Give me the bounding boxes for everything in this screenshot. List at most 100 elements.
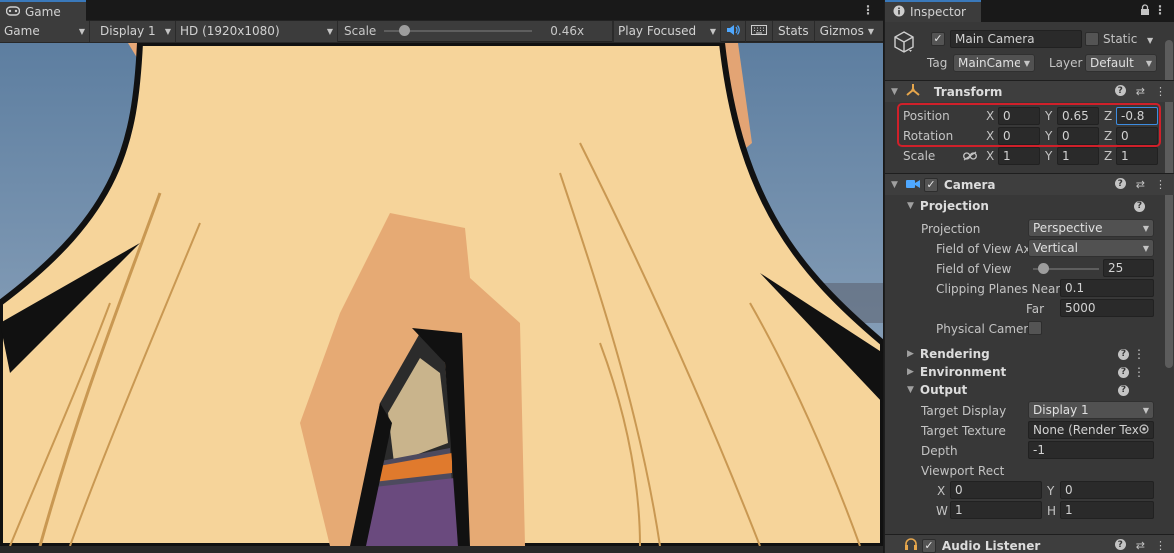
game-mode-dropdown[interactable]: Game ▼ xyxy=(0,20,90,42)
position-z-field[interactable]: -0.8 xyxy=(1116,107,1158,125)
keyboard-icon xyxy=(751,24,767,39)
presets-icon[interactable]: ⇄ xyxy=(1136,178,1145,191)
rotation-y-field[interactable]: 0 xyxy=(1057,127,1099,145)
cube-icon xyxy=(893,30,915,57)
position-y-field[interactable]: 0.65 xyxy=(1057,107,1099,125)
gizmos-button[interactable]: Gizmos ▼ xyxy=(815,21,879,42)
scale-y-field[interactable]: 1 xyxy=(1057,147,1099,165)
help-icon[interactable]: ? xyxy=(1114,539,1126,550)
depth-field[interactable]: -1 xyxy=(1028,441,1154,459)
constrain-proportions-icon[interactable] xyxy=(963,150,977,164)
kebab-menu-icon[interactable]: ⋮ xyxy=(1155,85,1166,98)
viewport-x-field[interactable]: 0 xyxy=(950,481,1042,499)
target-texture-field[interactable]: None (Render Text xyxy=(1028,421,1154,439)
kebab-menu-icon[interactable]: ⋮ xyxy=(1133,365,1145,379)
clip-far-label: Far xyxy=(1026,302,1045,316)
kebab-menu-icon[interactable]: ⋮ xyxy=(1155,539,1166,552)
layer-dropdown[interactable]: Default ▼ xyxy=(1085,54,1157,72)
viewport-h-field[interactable]: 1 xyxy=(1060,501,1154,519)
projection-label: Projection xyxy=(921,222,981,236)
stats-button[interactable]: Stats xyxy=(773,20,815,42)
play-focus-dropdown[interactable]: Play Focused ▼ xyxy=(613,20,721,42)
scale-label: Scale xyxy=(344,24,377,38)
rotation-x-field[interactable]: 0 xyxy=(998,127,1040,145)
viewport-w-field[interactable]: 1 xyxy=(950,501,1042,519)
camera-header[interactable]: ▼ ✓ Camera ? ⇄ ⋮ xyxy=(885,173,1174,195)
clip-near-value: 0.1 xyxy=(1065,281,1085,295)
object-name-field[interactable]: Main Camera xyxy=(950,30,1082,48)
scale-z-field[interactable]: 1 xyxy=(1116,147,1158,165)
help-icon[interactable]: ? xyxy=(1114,178,1126,189)
rotation-y-value: 0 xyxy=(1062,129,1070,143)
audio-listener-header[interactable]: ▼ ✓ Audio Listener ? ⇄ ⋮ xyxy=(885,534,1174,553)
transform-header[interactable]: ▼ Transform ? ⇄ ⋮ xyxy=(885,80,1174,102)
physical-camera-checkbox[interactable] xyxy=(1028,321,1042,335)
help-icon[interactable]: ? xyxy=(1118,366,1129,378)
clip-near-field[interactable]: 0.1 xyxy=(1060,279,1154,297)
kebab-menu-icon[interactable]: ⋮ xyxy=(1154,3,1166,17)
camera-enabled-checkbox[interactable]: ✓ xyxy=(923,177,938,192)
rotation-z-field[interactable]: 0 xyxy=(1116,127,1158,145)
game-tab-bar: Game ⋮ xyxy=(0,0,883,21)
scale-slider-knob[interactable] xyxy=(399,25,411,36)
kebab-menu-icon[interactable]: ⋮ xyxy=(862,3,874,17)
output-section-foldout[interactable]: ▼ Output ? xyxy=(885,381,1167,399)
projection-dropdown[interactable]: Perspective ▼ xyxy=(1028,219,1154,237)
game-render-viewport[interactable] xyxy=(0,43,883,546)
kebab-menu-icon[interactable]: ⋮ xyxy=(1133,347,1145,361)
scale-x-field[interactable]: 1 xyxy=(998,147,1040,165)
presets-icon[interactable]: ⇄ xyxy=(1136,85,1145,98)
rotation-label: Rotation xyxy=(903,129,954,143)
scale-z-value: 1 xyxy=(1121,149,1129,163)
position-label: Position xyxy=(903,109,950,123)
help-icon[interactable]: ? xyxy=(1118,384,1129,396)
info-icon xyxy=(893,5,905,20)
fov-slider-knob[interactable] xyxy=(1037,263,1049,274)
scale-value: 0.46x xyxy=(550,24,585,38)
tag-dropdown[interactable]: MainCamera▼ xyxy=(953,54,1035,72)
clip-far-field[interactable]: 5000 xyxy=(1060,299,1154,317)
kebab-menu-icon[interactable]: ⋮ xyxy=(1155,178,1166,191)
object-picker-icon[interactable] xyxy=(1139,423,1149,437)
target-texture-value: None (Render Text xyxy=(1033,423,1139,437)
object-name-value: Main Camera xyxy=(955,32,1035,46)
tab-inspector-label: Inspector xyxy=(910,5,966,19)
presets-icon[interactable]: ⇄ xyxy=(1136,539,1145,552)
viewport-y-field[interactable]: 0 xyxy=(1060,481,1154,499)
help-icon[interactable]: ? xyxy=(1118,348,1129,360)
environment-section-foldout[interactable]: ▶ Environment ? ⋮ xyxy=(885,363,1167,381)
keyboard-shortcuts-button[interactable] xyxy=(746,20,773,42)
tab-inspector[interactable]: Inspector xyxy=(885,0,981,22)
lock-icon[interactable] xyxy=(1140,4,1150,19)
camera-icon xyxy=(905,178,920,192)
resolution-dropdown[interactable]: HD (1920x1080) ▼ xyxy=(176,20,338,42)
projection-section-foldout[interactable]: ▼ Projection ? xyxy=(885,196,1167,216)
scale-control: Scale 0.46x xyxy=(338,20,613,42)
tab-game[interactable]: Game xyxy=(0,0,86,21)
mute-audio-button[interactable] xyxy=(721,20,746,42)
position-x-field[interactable]: 0 xyxy=(998,107,1040,125)
target-display-dropdown[interactable]: Display 1 ▼ xyxy=(1028,401,1154,419)
chevron-down-icon[interactable]: ▼ xyxy=(1147,36,1153,45)
scale-slider[interactable] xyxy=(384,25,533,36)
static-checkbox[interactable] xyxy=(1085,32,1099,46)
headphones-icon xyxy=(904,538,918,553)
object-active-checkbox[interactable]: ✓ xyxy=(931,32,945,46)
layer-value: Default xyxy=(1090,56,1134,70)
fov-slider[interactable] xyxy=(1033,263,1099,274)
target-texture-label: Target Texture xyxy=(921,424,1006,438)
chevron-down-icon: ▼ xyxy=(1145,58,1152,68)
position-x-value: 0 xyxy=(1003,109,1011,123)
target-display-value: Display 1 xyxy=(1033,403,1089,417)
display-dropdown[interactable]: Display 1 ▼ xyxy=(90,20,176,42)
audio-listener-enabled-checkbox[interactable]: ✓ xyxy=(921,538,936,553)
rendering-section-foldout[interactable]: ▶ Rendering ? ⋮ xyxy=(885,345,1167,363)
fov-field[interactable]: 25 xyxy=(1103,259,1154,277)
axis-z-label: Z xyxy=(1104,129,1113,143)
help-icon[interactable]: ? xyxy=(1134,200,1145,212)
fov-axis-dropdown[interactable]: Vertical ▼ xyxy=(1028,239,1154,257)
help-icon[interactable]: ? xyxy=(1114,85,1126,96)
audio-listener-title: Audio Listener xyxy=(941,538,1041,553)
chevron-down-icon: ▼ xyxy=(1142,405,1149,415)
transform-title: Transform xyxy=(933,84,1003,99)
